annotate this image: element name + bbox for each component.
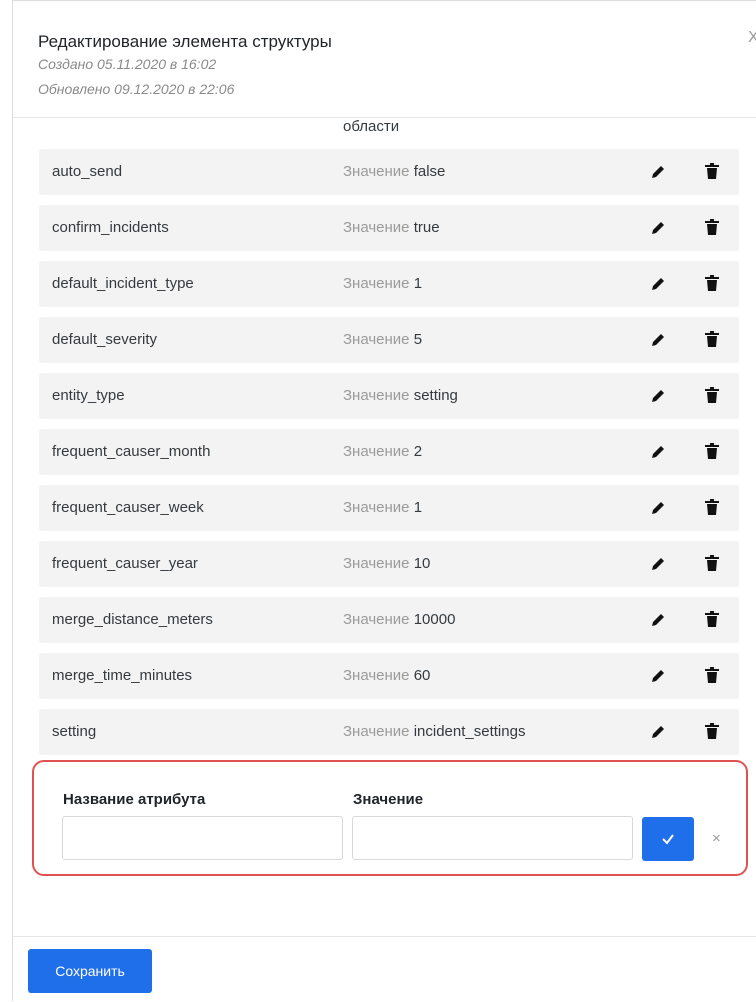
attribute-name: merge_time_minutes <box>52 667 193 684</box>
value-text: 1 <box>413 499 423 516</box>
updated-timestamp: Обновлено 09.12.2020 в 22:06 <box>38 81 235 97</box>
trash-icon[interactable] <box>704 554 720 572</box>
value-label: Значение <box>343 163 410 180</box>
pencil-icon[interactable] <box>649 667 667 685</box>
attribute-name: frequent_causer_year <box>52 555 198 572</box>
value-text: true <box>413 219 440 236</box>
created-timestamp: Создано 05.11.2020 в 16:02 <box>38 56 217 72</box>
pencil-icon[interactable] <box>649 723 667 741</box>
attribute-name-input[interactable] <box>62 816 343 860</box>
trash-icon[interactable] <box>704 274 720 292</box>
trash-icon[interactable] <box>704 610 720 628</box>
attribute-value: Значение 1 <box>343 275 422 292</box>
attribute-value-label: Значение <box>353 791 424 808</box>
attribute-value: Значение 10000 <box>343 611 455 628</box>
attribute-value-input[interactable] <box>352 816 633 860</box>
trash-icon[interactable] <box>704 666 720 684</box>
trash-icon[interactable] <box>704 722 720 740</box>
attribute-row: default_severity Значение 5 <box>39 317 739 363</box>
value-label: Значение <box>343 443 410 460</box>
value-text: 2 <box>413 443 423 460</box>
value-text: setting <box>413 387 458 404</box>
value-text: false <box>413 163 446 180</box>
pencil-icon[interactable] <box>649 387 667 405</box>
value-label: Значение <box>343 387 410 404</box>
attribute-name: entity_type <box>52 387 125 404</box>
check-icon <box>662 834 674 845</box>
close-icon[interactable]: X <box>748 29 756 47</box>
pencil-icon[interactable] <box>649 555 667 573</box>
value-text: 5 <box>413 331 423 348</box>
trash-icon[interactable] <box>704 386 720 404</box>
dialog-header: Редактирование элемента структуры Создан… <box>13 1 756 118</box>
pencil-icon[interactable] <box>649 443 667 461</box>
pencil-icon[interactable] <box>649 163 667 181</box>
attribute-list: auto_send Значение false confirm_inciden… <box>39 149 739 765</box>
attribute-value: Значение incident_settings <box>343 723 525 740</box>
attribute-row: default_incident_type Значение 1 <box>39 261 739 307</box>
value-text: 10000 <box>413 611 456 628</box>
attribute-value: Значение 2 <box>343 443 422 460</box>
trash-icon[interactable] <box>704 218 720 236</box>
value-label: Значение <box>343 555 410 572</box>
pencil-icon[interactable] <box>649 499 667 517</box>
trash-icon[interactable] <box>704 498 720 516</box>
value-label: Значение <box>343 611 410 628</box>
attribute-name: frequent_causer_month <box>52 443 211 460</box>
attribute-row: merge_distance_meters Значение 10000 <box>39 597 739 643</box>
attribute-row: auto_send Значение false <box>39 149 739 195</box>
attribute-row: frequent_causer_month Значение 2 <box>39 429 739 475</box>
value-label: Значение <box>343 499 410 516</box>
value-label: Значение <box>343 331 410 348</box>
attribute-name: auto_send <box>52 163 123 180</box>
dialog-footer: Сохранить <box>13 936 756 1002</box>
cancel-icon[interactable]: × <box>712 830 721 847</box>
attribute-value: Значение 60 <box>343 667 430 684</box>
attribute-value: Значение true <box>343 219 440 236</box>
attribute-row: frequent_causer_year Значение 10 <box>39 541 739 587</box>
trash-icon[interactable] <box>704 162 720 180</box>
attribute-name: frequent_causer_week <box>52 499 204 516</box>
new-attribute-form: Название атрибута Значение × <box>32 760 748 876</box>
confirm-button[interactable] <box>642 817 694 861</box>
partial-row-value: области <box>343 118 400 135</box>
value-text: 60 <box>413 667 431 684</box>
attribute-name: default_severity <box>52 331 158 348</box>
pencil-icon[interactable] <box>649 275 667 293</box>
value-label: Значение <box>343 723 410 740</box>
attribute-row: merge_time_minutes Значение 60 <box>39 653 739 699</box>
attribute-value: Значение false <box>343 163 445 180</box>
save-button[interactable]: Сохранить <box>28 949 152 993</box>
attribute-row: frequent_causer_week Значение 1 <box>39 485 739 531</box>
attribute-value: Значение 10 <box>343 555 430 572</box>
dialog-title: Редактирование элемента структуры <box>38 32 332 51</box>
pencil-icon[interactable] <box>649 219 667 237</box>
attribute-row: entity_type Значение setting <box>39 373 739 419</box>
value-label: Значение <box>343 219 410 236</box>
attribute-name: default_incident_type <box>52 275 194 292</box>
edit-structure-dialog: Редактирование элемента структуры Создан… <box>12 0 756 1002</box>
value-label: Значение <box>343 275 410 292</box>
attribute-row: setting Значение incident_settings <box>39 709 739 755</box>
attribute-value: Значение 5 <box>343 331 422 348</box>
attribute-name: confirm_incidents <box>52 219 169 236</box>
attribute-name: merge_distance_meters <box>52 611 213 628</box>
attribute-value: Значение setting <box>343 387 458 404</box>
attribute-value: Значение 1 <box>343 499 422 516</box>
attribute-row: confirm_incidents Значение true <box>39 205 739 251</box>
value-label: Значение <box>343 667 410 684</box>
trash-icon[interactable] <box>704 330 720 348</box>
value-text: 1 <box>413 275 423 292</box>
attribute-name-label: Название атрибута <box>63 791 206 808</box>
value-text: 10 <box>413 555 431 572</box>
value-text: incident_settings <box>413 723 526 740</box>
pencil-icon[interactable] <box>649 611 667 629</box>
attribute-name: setting <box>52 723 97 740</box>
pencil-icon[interactable] <box>649 331 667 349</box>
trash-icon[interactable] <box>704 442 720 460</box>
